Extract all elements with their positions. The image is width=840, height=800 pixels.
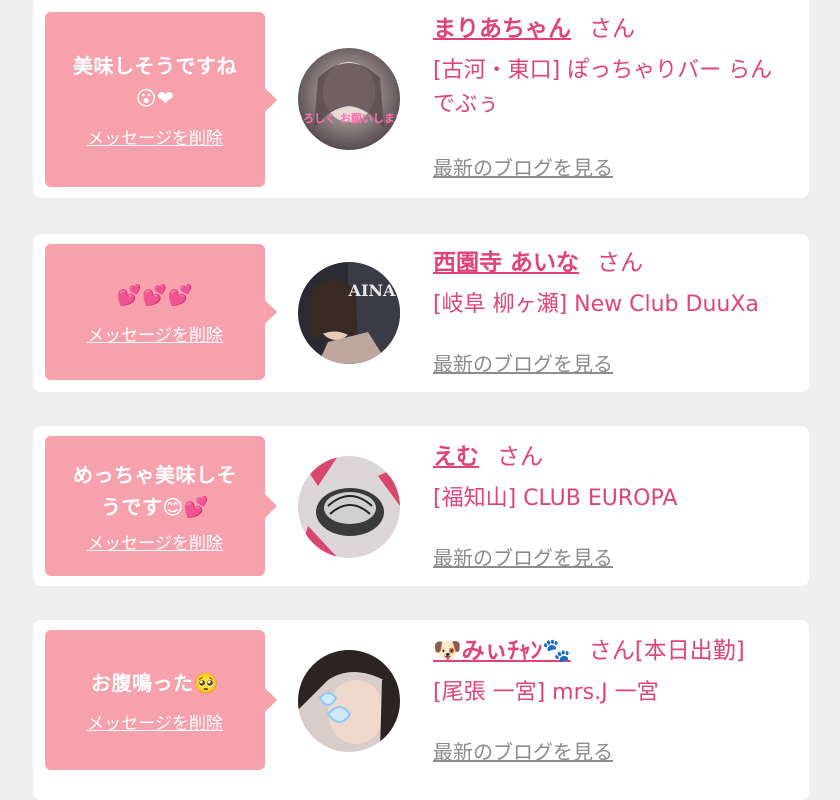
message-emoji-line: 💕💕💕: [116, 282, 194, 307]
shop-name: [岐阜 柳ヶ瀬] New Club DuuXa: [433, 292, 759, 317]
message-bubble: 💕💕💕 メッセージを削除: [45, 244, 277, 380]
message-bubble: 美味しそうですね 😮❤ メッセージを削除: [45, 12, 277, 187]
delete-message-link[interactable]: メッセージを削除: [87, 321, 223, 346]
shop-name: [古河・東口] ぽっちゃりバー らんでぶぅ: [433, 58, 773, 117]
avatar-overlay-text: よろしく お願いします: [298, 112, 400, 125]
shop-name: [尾張 一宮] mrs.J 一宮: [433, 680, 659, 705]
message-bubble: めっちゃ美味しそ うです😊💕 メッセージを削除: [45, 436, 277, 576]
honorific: さん: [497, 444, 543, 470]
message-line: 美味しそうですね: [73, 54, 237, 78]
message-text: 💕💕💕: [117, 279, 193, 311]
message-bubble: お腹鳴った🥺 メッセージを削除: [45, 630, 277, 770]
message-emoji-line: 😮❤: [135, 86, 175, 110]
message-line: めっちゃ美味しそ: [73, 462, 237, 487]
avatar[interactable]: [298, 456, 400, 558]
cast-info: えむ さん [福知山] CLUB EUROPA 最新のブログを見る: [433, 440, 789, 570]
honorific: さん: [597, 250, 644, 276]
cast-name-link[interactable]: 🐶みぃﾁｬﾝ🐾: [433, 638, 571, 664]
cast-name-line: えむ さん: [433, 440, 789, 474]
honorific: さん: [589, 16, 635, 42]
honorific: さん[本日出勤]: [588, 638, 745, 664]
message-text: お腹鳴った🥺: [91, 667, 219, 699]
cast-info: まりあちゃん さん [古河・東口] ぽっちゃりバー らんでぶぅ 最新のブログを見る: [433, 12, 789, 180]
avatar[interactable]: AINA: [298, 262, 400, 364]
delete-message-link[interactable]: メッセージを削除: [87, 529, 223, 554]
delete-message-link[interactable]: メッセージを削除: [87, 709, 223, 734]
message-line: お腹鳴った🥺: [91, 670, 219, 695]
message-text: めっちゃ美味しそ うです😊💕: [73, 459, 237, 523]
latest-blog-link[interactable]: 最新のブログを見る: [433, 542, 613, 571]
cast-name-line: 西園寺 あいな さん: [433, 246, 789, 280]
avatar-overlay-text: AINA: [348, 281, 397, 300]
latest-blog-link[interactable]: 最新のブログを見る: [433, 152, 613, 181]
cast-name-link[interactable]: 西園寺 あいな: [433, 250, 579, 276]
message-card: めっちゃ美味しそ うです😊💕 メッセージを削除 えむ さん [福知山] CLUB …: [33, 426, 809, 586]
cast-name-link[interactable]: まりあちゃん: [433, 16, 571, 42]
cast-name-line: まりあちゃん さん: [433, 12, 789, 46]
avatar[interactable]: よろしく お願いします: [298, 48, 400, 150]
message-text: 美味しそうですね 😮❤: [73, 50, 237, 114]
message-card: 💕💕💕 メッセージを削除 AINA 西園寺 あいな さん [岐阜 柳ヶ瀬] New…: [33, 234, 809, 392]
cast-name-link[interactable]: えむ: [433, 444, 479, 470]
message-card: 美味しそうですね 😮❤ メッセージを削除 よろしく お願いします まりあちゃんさ…: [33, 0, 809, 198]
message-card: お腹鳴った🥺 メッセージを削除 🐶みぃﾁｬﾝ🐾 さん[本日出勤] [尾張 一宮] …: [33, 620, 809, 800]
cast-name-line: 🐶みぃﾁｬﾝ🐾 さん[本日出勤]: [433, 634, 789, 668]
latest-blog-link[interactable]: 最新のブログを見る: [433, 736, 613, 765]
message-line: うです😊💕: [100, 494, 210, 519]
delete-message-link[interactable]: メッセージを削除: [87, 124, 223, 149]
shop-name: [福知山] CLUB EUROPA: [433, 486, 678, 511]
cast-info: 🐶みぃﾁｬﾝ🐾 さん[本日出勤] [尾張 一宮] mrs.J 一宮 最新のブログを…: [433, 634, 789, 764]
cast-info: 西園寺 あいな さん [岐阜 柳ヶ瀬] New Club DuuXa 最新のブログ…: [433, 246, 789, 376]
avatar[interactable]: [298, 650, 400, 752]
latest-blog-link[interactable]: 最新のブログを見る: [433, 348, 613, 377]
